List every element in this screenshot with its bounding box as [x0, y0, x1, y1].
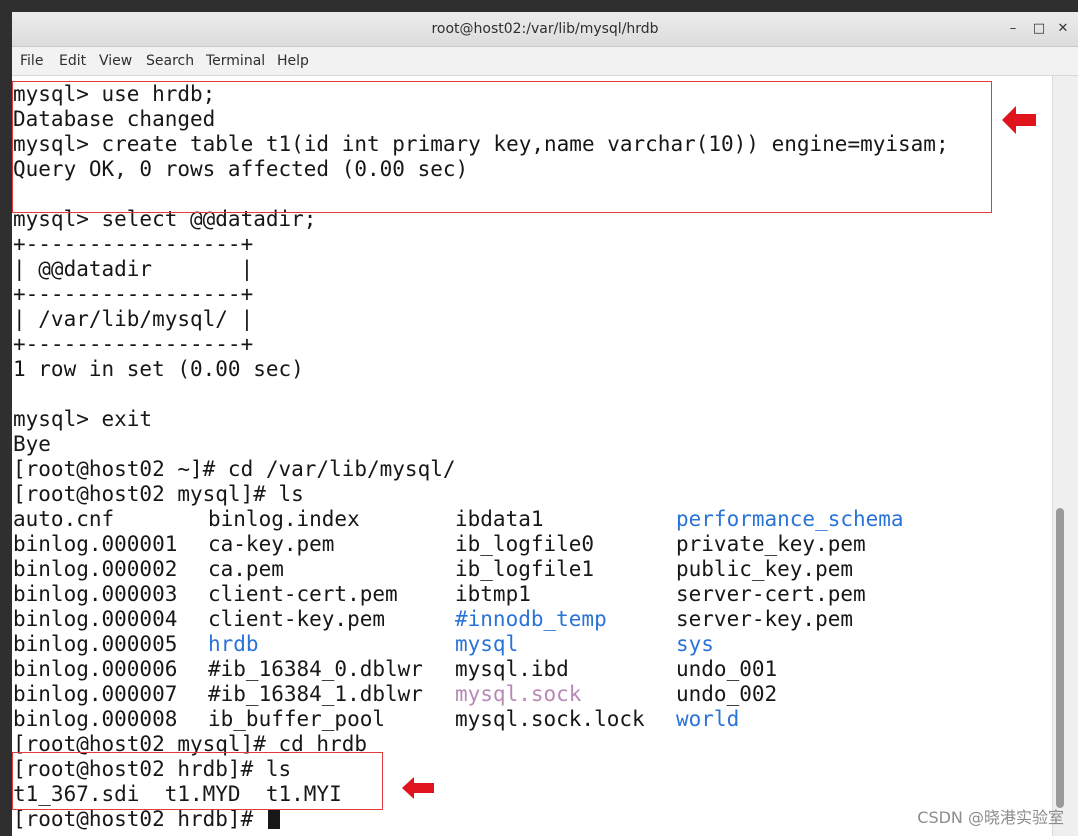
text-cursor — [267, 809, 280, 829]
shell-prompt: [root@host02 hrdb]# — [13, 807, 266, 831]
ls-entry-file: auto.cnf — [13, 507, 115, 531]
terminal-window: root@host02:/var/lib/mysql/hrdb – □ ✕ Fi… — [12, 12, 1078, 836]
highlight-box-ls-output — [12, 752, 383, 810]
ls-entry-file: #ib_16384_1.dblwr — [208, 682, 423, 706]
ls-entry-file: mysql.ibd — [455, 657, 569, 681]
ls-row: auto.cnf binlog.index ibdata1 performance_s… — [13, 507, 949, 532]
ls-row: binlog.000007 #ib_16384_1.dblwr mysql.sock… — [13, 682, 949, 707]
ls-entry-file: client-cert.pem — [208, 582, 398, 606]
red-arrow-icon — [402, 777, 434, 799]
ls-entry-directory: performance_schema — [676, 507, 904, 531]
terminal-line: mysql> exit — [13, 407, 153, 431]
ls-row: binlog.000002 ca.pem ib_logfile1 public_key… — [13, 557, 949, 582]
ls-entry-file: #ib_16384_0.dblwr — [208, 657, 423, 681]
terminal-line: Bye — [13, 432, 51, 456]
ls-row: binlog.000004 client-key.pem #innodb_temp s… — [13, 607, 949, 632]
highlight-box-create-table — [12, 81, 992, 213]
ls-entry-file: binlog.000004 — [13, 607, 178, 631]
ls-entry-socket: mysql.sock — [455, 682, 582, 706]
minimize-button[interactable]: – — [1002, 18, 1024, 40]
ls-entry-file: binlog.000008 — [13, 707, 178, 731]
menu-bar: File Edit View Search Terminal Help — [12, 47, 1078, 76]
ls-entry-file: ib_buffer_pool — [208, 707, 386, 731]
terminal-line: +-----------------+ — [13, 332, 254, 356]
ls-entry-directory: #innodb_temp — [455, 607, 607, 631]
ls-entry-file: private_key.pem — [676, 532, 866, 556]
title-bar[interactable]: root@host02:/var/lib/mysql/hrdb – □ ✕ — [12, 12, 1078, 47]
ls-entry-file: ca-key.pem — [208, 532, 335, 556]
ls-entry-file: binlog.000007 — [13, 682, 178, 706]
menu-terminal[interactable]: Terminal — [206, 53, 265, 69]
menu-file[interactable]: File — [20, 53, 43, 69]
window-title: root@host02:/var/lib/mysql/hrdb — [431, 21, 659, 37]
ls-row: binlog.000008 ib_buffer_pool mysql.sock.lo… — [13, 707, 949, 732]
ls-row: binlog.000005 hrdb mysql sys — [13, 632, 949, 657]
terminal-line: 1 row in set (0.00 sec) — [13, 357, 304, 381]
ls-entry-file: undo_001 — [676, 657, 778, 681]
watermark: CSDN @晓港实验室 — [917, 808, 1064, 827]
menu-view[interactable]: View — [99, 53, 132, 69]
ls-entry-file: ib_logfile0 — [455, 532, 595, 556]
terminal-line: +-----------------+ — [13, 282, 254, 306]
ls-entry-file: ibdata1 — [455, 507, 544, 531]
ls-entry-file: ca.pem — [208, 557, 284, 581]
ls-row: binlog.000006 #ib_16384_0.dblwr mysql.ibd u… — [13, 657, 949, 682]
ls-entry-file: undo_002 — [676, 682, 778, 706]
ls-entry-file: ibtmp1 — [455, 582, 531, 606]
ls-entry-file: server-key.pem — [676, 607, 854, 631]
ls-entry-file: client-key.pem — [208, 607, 386, 631]
ls-entry-file: ib_logfile1 — [455, 557, 595, 581]
ls-entry-file: binlog.000003 — [13, 582, 178, 606]
ls-row: binlog.000001 ca-key.pem ib_logfile0 privat… — [13, 532, 949, 557]
terminal-line: [root@host02 mysql]# ls — [13, 482, 304, 506]
terminal-line: [root@host02 ~]# cd /var/lib/mysql/ — [13, 457, 456, 481]
ls-entry-directory: sys — [676, 632, 714, 656]
prompt-line[interactable]: [root@host02 hrdb]# — [13, 807, 949, 832]
scrollbar-thumb[interactable] — [1056, 508, 1064, 808]
ls-entry-directory: hrdb — [208, 632, 259, 656]
maximize-button[interactable]: □ — [1028, 18, 1050, 40]
ls-entry-file: public_key.pem — [676, 557, 854, 581]
ls-entry-directory: mysql — [455, 632, 519, 656]
close-button[interactable]: ✕ — [1052, 18, 1074, 40]
ls-entry-file: binlog.000001 — [13, 532, 178, 556]
ls-entry-file: server-cert.pem — [676, 582, 866, 606]
ls-entry-file: binlog.000002 — [13, 557, 178, 581]
terminal-output[interactable]: mysql> use hrdb; Database changed mysql> c… — [12, 76, 1052, 836]
menu-search[interactable]: Search — [146, 53, 194, 69]
ls-entry-file: binlog.index — [208, 507, 360, 531]
ls-entry-file: binlog.000005 — [13, 632, 178, 656]
ls-entry-file: mysql.sock.lock — [455, 707, 645, 731]
terminal-line: | @@datadir | — [13, 257, 254, 281]
ls-entry-directory: world — [676, 707, 740, 731]
menu-edit[interactable]: Edit — [59, 53, 86, 69]
terminal-line: +-----------------+ — [13, 232, 254, 256]
red-arrow-icon — [1002, 106, 1036, 134]
terminal-line: | /var/lib/mysql/ | — [13, 307, 254, 331]
ls-row: binlog.000003 client-cert.pem ibtmp1 server… — [13, 582, 949, 607]
ls-entry-file: binlog.000006 — [13, 657, 178, 681]
menu-help[interactable]: Help — [277, 53, 309, 69]
